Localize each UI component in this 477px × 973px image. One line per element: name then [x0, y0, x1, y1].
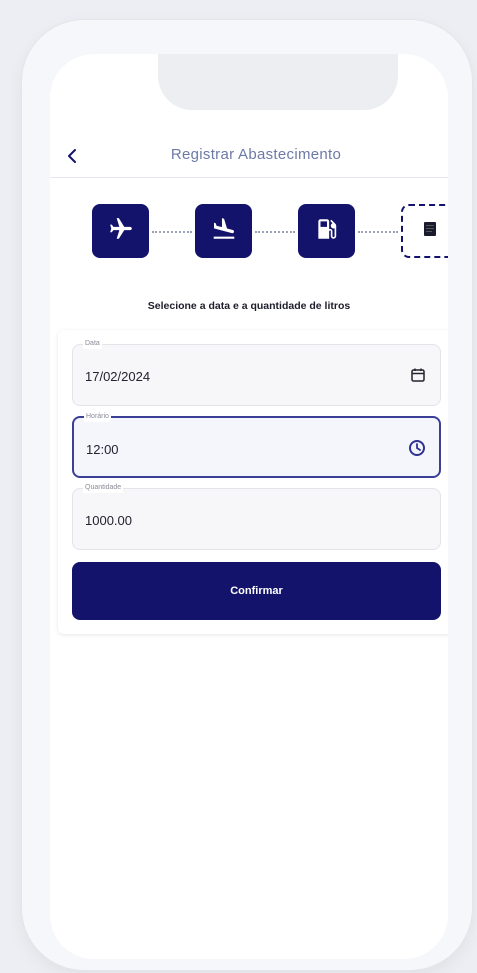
date-label: Data: [83, 339, 102, 349]
confirm-button[interactable]: Confirmar: [72, 562, 441, 620]
quantity-field[interactable]: Quantidade 1000.00: [72, 483, 441, 550]
clock-icon[interactable]: [407, 438, 427, 458]
step-document[interactable]: [401, 204, 448, 258]
time-field[interactable]: Horário 12:00: [72, 412, 441, 478]
time-value: 12:00: [86, 442, 119, 457]
quantity-label: Quantidade: [83, 483, 124, 493]
step-connector: [152, 231, 192, 233]
quantity-value: 1000.00: [85, 513, 132, 528]
date-value: 17/02/2024: [85, 369, 151, 384]
time-label: Horário: [84, 412, 111, 422]
phone-frame: Registrar Abastecimento Selecione a data…: [22, 20, 472, 970]
airplane-landing-icon: [210, 216, 238, 247]
progress-stepper: [92, 204, 448, 264]
app-header: Registrar Abastecimento: [50, 138, 448, 178]
form-card: Data 17/02/2024 Horário 12:00 Quantidade…: [58, 330, 448, 634]
document-icon: [423, 221, 437, 242]
calendar-icon[interactable]: [408, 365, 428, 385]
airplane-icon: [108, 216, 134, 247]
step-connector: [255, 231, 295, 233]
phone-notch: [158, 54, 398, 110]
page-title: Registrar Abastecimento: [170, 146, 342, 163]
date-field[interactable]: Data 17/02/2024: [72, 339, 441, 406]
app-screen: Registrar Abastecimento Selecione a data…: [50, 54, 448, 959]
fuel-pump-icon: [314, 216, 340, 247]
instruction-text: Selecione a data e a quantidade de litro…: [147, 300, 351, 312]
step-fuel[interactable]: [298, 204, 355, 258]
step-connector: [358, 231, 398, 233]
step-flight[interactable]: [92, 204, 149, 258]
step-landing[interactable]: [195, 204, 252, 258]
